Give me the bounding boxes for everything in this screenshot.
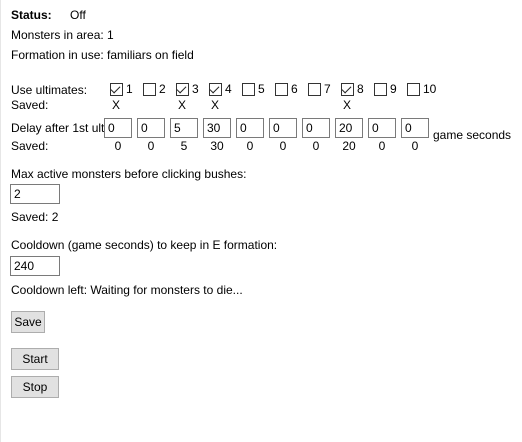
delay-saved-label: Saved: [11,139,49,153]
delay-saved-value-4: 30 [210,139,224,153]
ultimate-saved-marker-8: X [342,98,351,112]
delay-label: Delay after 1st ult: [11,121,108,135]
cooldown-left-text: Cooldown left: Waiting for monsters to d… [11,283,243,297]
delay-input-7[interactable] [302,118,330,138]
ultimate-saved-marker-1: X [111,98,120,112]
checkbox-box[interactable] [374,83,387,96]
ultimate-number-label: 6 [291,82,298,96]
delay-input-6[interactable] [269,118,297,138]
save-button[interactable]: Save [11,311,45,333]
delay-unit-label: game seconds [433,128,512,142]
delay-input-4[interactable] [203,118,231,138]
use-ultimates-label: Use ultimates: [11,83,88,97]
checkbox-box[interactable] [275,83,288,96]
ultimate-number-label: 5 [258,82,265,96]
cooldown-input[interactable] [10,256,60,276]
ultimate-checkbox-2[interactable]: 2 [143,83,173,97]
delay-saved-value-6: 0 [279,139,287,153]
ultimate-checkbox-4[interactable]: 4 [209,83,239,97]
checkbox-box[interactable] [209,83,222,96]
ultimate-checkbox-5[interactable]: 5 [242,83,272,97]
delay-saved-value-2: 0 [147,139,155,153]
ultimate-number-label: 9 [390,82,397,96]
ultimate-checkbox-1[interactable]: 1 [110,83,140,97]
checkbox-box[interactable] [110,83,123,96]
delay-saved-value-1: 0 [114,139,122,153]
ultimate-number-label: 4 [225,82,232,96]
stop-button[interactable]: Stop [11,376,59,398]
checkbox-box[interactable] [176,83,189,96]
ultimate-checkbox-10[interactable]: 10 [407,83,437,97]
delay-input-9[interactable] [368,118,396,138]
delay-saved-value-5: 0 [246,139,254,153]
ultimate-checkbox-9[interactable]: 9 [374,83,404,97]
ultimate-checkbox-7[interactable]: 7 [308,83,338,97]
ultimate-saved-marker-4: X [210,98,219,112]
delay-input-2[interactable] [137,118,165,138]
start-button[interactable]: Start [11,348,59,370]
delay-saved-value-9: 0 [378,139,386,153]
ultimate-saved-marker-3: X [177,98,186,112]
delay-input-3[interactable] [170,118,198,138]
ultimate-checkbox-8[interactable]: 8 [341,83,371,97]
delay-input-1[interactable] [104,118,132,138]
formation-text: Formation in use: familiars on field [11,48,194,62]
checkbox-box[interactable] [242,83,255,96]
monsters-in-area-text: Monsters in area: 1 [11,28,114,42]
ultimate-number-label: 10 [423,82,437,96]
ultimate-number-label: 2 [159,82,166,96]
max-monsters-input[interactable] [10,184,60,204]
max-monsters-label: Max active monsters before clicking bush… [11,167,247,181]
ultimate-number-label: 1 [126,82,133,96]
status-label: Status: [11,8,52,22]
ultimate-number-label: 7 [324,82,331,96]
delay-saved-value-3: 5 [180,139,188,153]
checkbox-box[interactable] [341,83,354,96]
ultimate-checkbox-6[interactable]: 6 [275,83,305,97]
delay-input-5[interactable] [236,118,264,138]
delay-input-10[interactable] [401,118,429,138]
checkbox-box[interactable] [308,83,321,96]
max-monsters-saved: Saved: 2 [11,210,59,224]
ultimate-checkbox-3[interactable]: 3 [176,83,206,97]
delay-saved-value-7: 0 [312,139,320,153]
delay-saved-value-8: 20 [342,139,356,153]
checkbox-box[interactable] [143,83,156,96]
checkbox-box[interactable] [407,83,420,96]
ultimate-number-label: 8 [357,82,364,96]
delay-input-8[interactable] [335,118,363,138]
ultimate-number-label: 3 [192,82,199,96]
ultimates-saved-label: Saved: [11,98,49,112]
delay-saved-value-10: 0 [411,139,419,153]
cooldown-label: Cooldown (game seconds) to keep in E for… [11,238,278,252]
status-value: Off [70,8,86,22]
window-edge [0,0,1,442]
